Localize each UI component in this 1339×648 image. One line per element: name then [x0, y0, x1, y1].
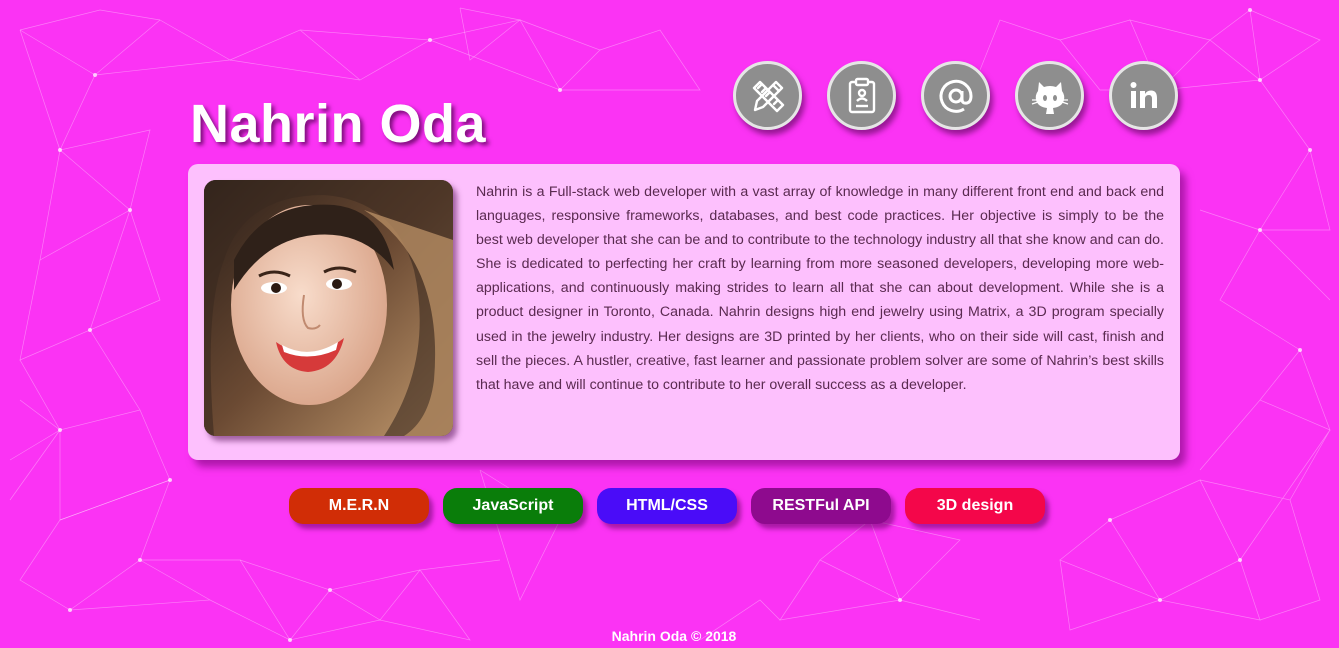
portfolio-link[interactable]: [733, 61, 802, 130]
skill-3d-design-button[interactable]: 3D design: [905, 488, 1045, 524]
social-links: [733, 61, 1178, 130]
page-title: Nahrin Oda: [190, 94, 487, 154]
resume-clipboard-icon: [848, 77, 875, 113]
profile-photo: [204, 180, 453, 436]
resume-link[interactable]: [827, 61, 896, 130]
skill-restful-api-button[interactable]: RESTFul API: [751, 488, 891, 524]
footer-copyright: Nahrin Oda © 2018: [611, 628, 737, 644]
github-icon: [1031, 81, 1068, 114]
email-at-icon: [939, 79, 973, 113]
skill-mern-button[interactable]: M.E.R.N: [289, 488, 429, 524]
about-card: Nahrin is a Full-stack web developer wit…: [188, 164, 1180, 460]
linkedin-link[interactable]: [1109, 61, 1178, 130]
bio-text: Nahrin is a Full-stack web developer wit…: [476, 184, 1164, 393]
email-link[interactable]: [921, 61, 990, 130]
profile-photo-illustration: [204, 180, 453, 436]
linkedin-icon: [1130, 81, 1157, 108]
github-link[interactable]: [1015, 61, 1084, 130]
skill-html-css-button[interactable]: HTML/CSS: [597, 488, 737, 524]
skill-javascript-button[interactable]: JavaScript: [443, 488, 583, 524]
design-tools-icon: [752, 80, 784, 112]
skills-list: M.E.R.N JavaScript HTML/CSS RESTFul API …: [289, 488, 1045, 524]
